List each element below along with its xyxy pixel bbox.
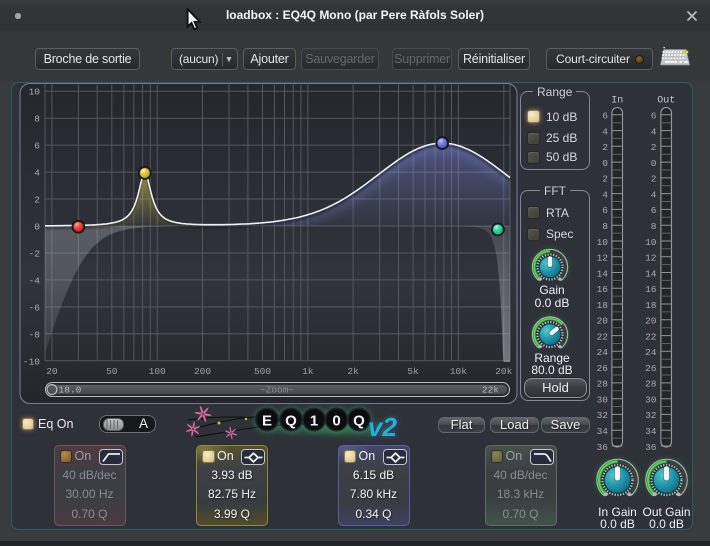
svg-text:20: 20 <box>645 316 657 327</box>
svg-text:12: 12 <box>645 253 657 264</box>
svg-text:14: 14 <box>597 268 609 279</box>
svg-text:4: 4 <box>651 126 657 137</box>
svg-text:v2: v2 <box>368 412 397 442</box>
svg-text:4: 4 <box>602 189 608 200</box>
svg-text:14: 14 <box>645 268 657 279</box>
svg-text:6: 6 <box>651 205 657 216</box>
svg-text:34: 34 <box>645 426 657 437</box>
svg-text:36: 36 <box>597 442 609 453</box>
svg-text:2: 2 <box>602 142 608 153</box>
svg-text:6: 6 <box>651 111 657 122</box>
svg-text:6: 6 <box>602 111 608 122</box>
svg-text:100: 100 <box>149 366 166 377</box>
svg-text:Out: Out <box>657 96 675 107</box>
svg-text:-2: -2 <box>29 249 41 260</box>
svg-text:26: 26 <box>597 363 609 374</box>
svg-text:12: 12 <box>597 253 609 264</box>
svg-text:Q: Q <box>353 413 365 430</box>
svg-text:-8: -8 <box>29 329 41 340</box>
svg-text:24: 24 <box>645 347 657 358</box>
svg-text:10: 10 <box>29 87 41 98</box>
svg-text:4: 4 <box>651 189 657 200</box>
svg-text:2: 2 <box>651 174 657 185</box>
svg-text:6: 6 <box>34 141 40 152</box>
svg-text:8: 8 <box>651 221 657 232</box>
svg-text:18: 18 <box>597 300 609 311</box>
svg-text:8: 8 <box>602 221 608 232</box>
svg-text:10: 10 <box>597 237 609 248</box>
svg-text:4: 4 <box>602 126 608 137</box>
svg-text:0: 0 <box>602 158 608 169</box>
svg-text:16: 16 <box>645 284 657 295</box>
svg-text:In: In <box>611 96 623 107</box>
svg-text:-6: -6 <box>29 302 41 313</box>
svg-text:2: 2 <box>34 195 40 206</box>
svg-text:30: 30 <box>645 395 657 406</box>
svg-text:26: 26 <box>645 363 657 374</box>
svg-text:20k: 20k <box>495 366 512 377</box>
svg-text:2: 2 <box>602 174 608 185</box>
svg-text:5k: 5k <box>407 366 419 377</box>
svg-text:-10: -10 <box>23 356 40 367</box>
svg-text:10k: 10k <box>450 366 467 377</box>
svg-text:0: 0 <box>651 158 657 169</box>
svg-text:~Zoom~: ~Zoom~ <box>260 385 295 396</box>
svg-text:0: 0 <box>332 413 340 430</box>
svg-text:20: 20 <box>597 316 609 327</box>
svg-text:Q: Q <box>285 413 297 430</box>
svg-text:2k: 2k <box>347 366 359 377</box>
svg-text:30: 30 <box>597 395 609 406</box>
svg-text:8: 8 <box>34 114 40 125</box>
svg-text:16: 16 <box>597 284 609 295</box>
svg-text:-4: -4 <box>29 275 41 286</box>
svg-text:22k: 22k <box>482 385 499 396</box>
svg-text:200: 200 <box>194 366 211 377</box>
svg-text:6: 6 <box>602 205 608 216</box>
svg-text:1: 1 <box>310 413 318 430</box>
svg-text:50: 50 <box>106 366 118 377</box>
svg-text:E: E <box>262 413 272 430</box>
svg-text:20: 20 <box>46 366 58 377</box>
svg-text:24: 24 <box>597 347 609 358</box>
svg-text:0: 0 <box>34 222 40 233</box>
svg-text:10: 10 <box>645 237 657 248</box>
svg-text:34: 34 <box>597 426 609 437</box>
svg-text:500: 500 <box>254 366 271 377</box>
svg-text:18.0: 18.0 <box>59 385 82 396</box>
svg-text:22: 22 <box>645 331 657 342</box>
svg-text:28: 28 <box>645 379 657 390</box>
svg-text:22: 22 <box>597 331 609 342</box>
svg-text:18: 18 <box>645 300 657 311</box>
svg-text:4: 4 <box>34 168 40 179</box>
svg-text:28: 28 <box>597 379 609 390</box>
svg-text:1k: 1k <box>302 366 314 377</box>
svg-text:36: 36 <box>645 442 657 453</box>
svg-text:32: 32 <box>597 410 609 421</box>
svg-text:2: 2 <box>651 142 657 153</box>
svg-text:32: 32 <box>645 410 657 421</box>
